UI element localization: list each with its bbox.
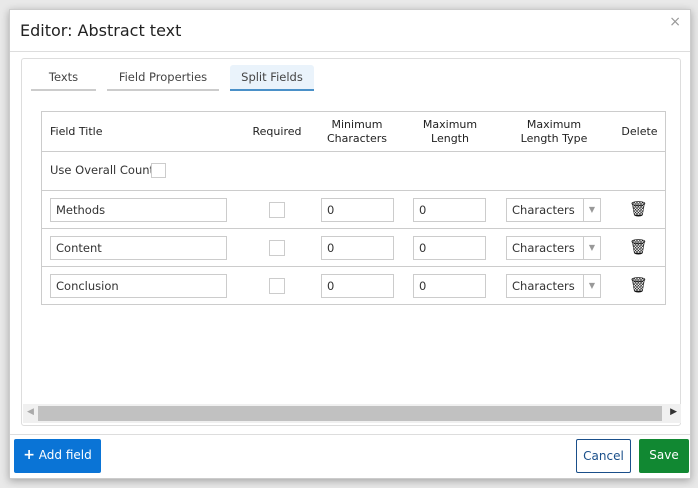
min-chars-input[interactable]: 0 [321,236,394,260]
tab-field-properties[interactable]: Field Properties [107,65,219,91]
header-min-chars: Minimum Characters [317,118,397,146]
dialog-title: Editor: Abstract text [20,21,182,40]
max-length-type-select[interactable]: Characters ▼ [506,274,601,298]
editor-dialog: Editor: Abstract text × Texts Field Prop… [9,9,691,479]
table-row: Content 0 0 Characters ▼ 🗑 [42,229,665,267]
save-button[interactable]: Save [639,439,689,473]
scroll-right-icon[interactable]: ▶ [670,407,677,417]
min-chars-input[interactable]: 0 [321,198,394,222]
header-delete: Delete [621,125,658,138]
header-text: Maximum [526,118,582,131]
close-icon[interactable]: × [669,14,681,30]
horizontal-scrollbar[interactable]: ◀ ▶ [23,404,681,423]
header-max-length-type: Maximum Length Type [504,118,604,146]
footer-divider [10,434,690,435]
field-title-input[interactable]: Content [50,236,227,260]
header-text: Characters [326,132,388,145]
header-max-length: Maximum Length [410,118,490,146]
header-text: Length [431,132,469,145]
row-divider [42,151,665,152]
header-field-title: Field Title [50,125,103,138]
trash-icon[interactable]: 🗑 [629,276,648,294]
table-row: Conclusion 0 0 Characters ▼ 🗑 [42,267,665,305]
split-fields-table: Field Title Required Minimum Characters … [41,111,666,305]
scrollbar-thumb[interactable] [38,406,662,421]
add-field-label: Add field [38,448,92,462]
table-row: Methods 0 0 Characters ▼ 🗑 [42,191,665,229]
chevron-down-icon: ▼ [583,237,600,259]
required-checkbox[interactable] [269,202,285,218]
max-length-type-select[interactable]: Characters ▼ [506,198,601,222]
header-divider [10,51,690,52]
trash-icon[interactable]: 🗑 [629,200,648,218]
required-checkbox[interactable] [269,240,285,256]
trash-icon[interactable]: 🗑 [629,238,648,256]
tab-texts[interactable]: Texts [31,65,96,91]
add-field-button[interactable]: + Add field [14,439,101,473]
cancel-button[interactable]: Cancel [576,439,631,473]
use-overall-count-label: Use Overall Count [50,163,155,177]
min-chars-input[interactable]: 0 [321,274,394,298]
scroll-left-icon[interactable]: ◀ [27,407,34,417]
field-title-input[interactable]: Conclusion [50,274,227,298]
plus-icon: + [23,447,35,463]
select-value: Characters [512,241,575,255]
header-text: Length Type [520,132,588,145]
chevron-down-icon: ▼ [583,199,600,221]
content-panel: Texts Field Properties Split Fields Fiel… [21,58,681,426]
max-length-type-select[interactable]: Characters ▼ [506,236,601,260]
max-length-input[interactable]: 0 [413,236,486,260]
tab-split-fields[interactable]: Split Fields [230,65,314,91]
header-required: Required [252,125,302,138]
max-length-input[interactable]: 0 [413,198,486,222]
header-text: Minimum [331,118,383,131]
select-value: Characters [512,203,575,217]
field-title-input[interactable]: Methods [50,198,227,222]
select-value: Characters [512,279,575,293]
header-text: Maximum [422,118,478,131]
required-checkbox[interactable] [269,278,285,294]
chevron-down-icon: ▼ [583,275,600,297]
max-length-input[interactable]: 0 [413,274,486,298]
use-overall-count-checkbox[interactable] [151,163,166,178]
